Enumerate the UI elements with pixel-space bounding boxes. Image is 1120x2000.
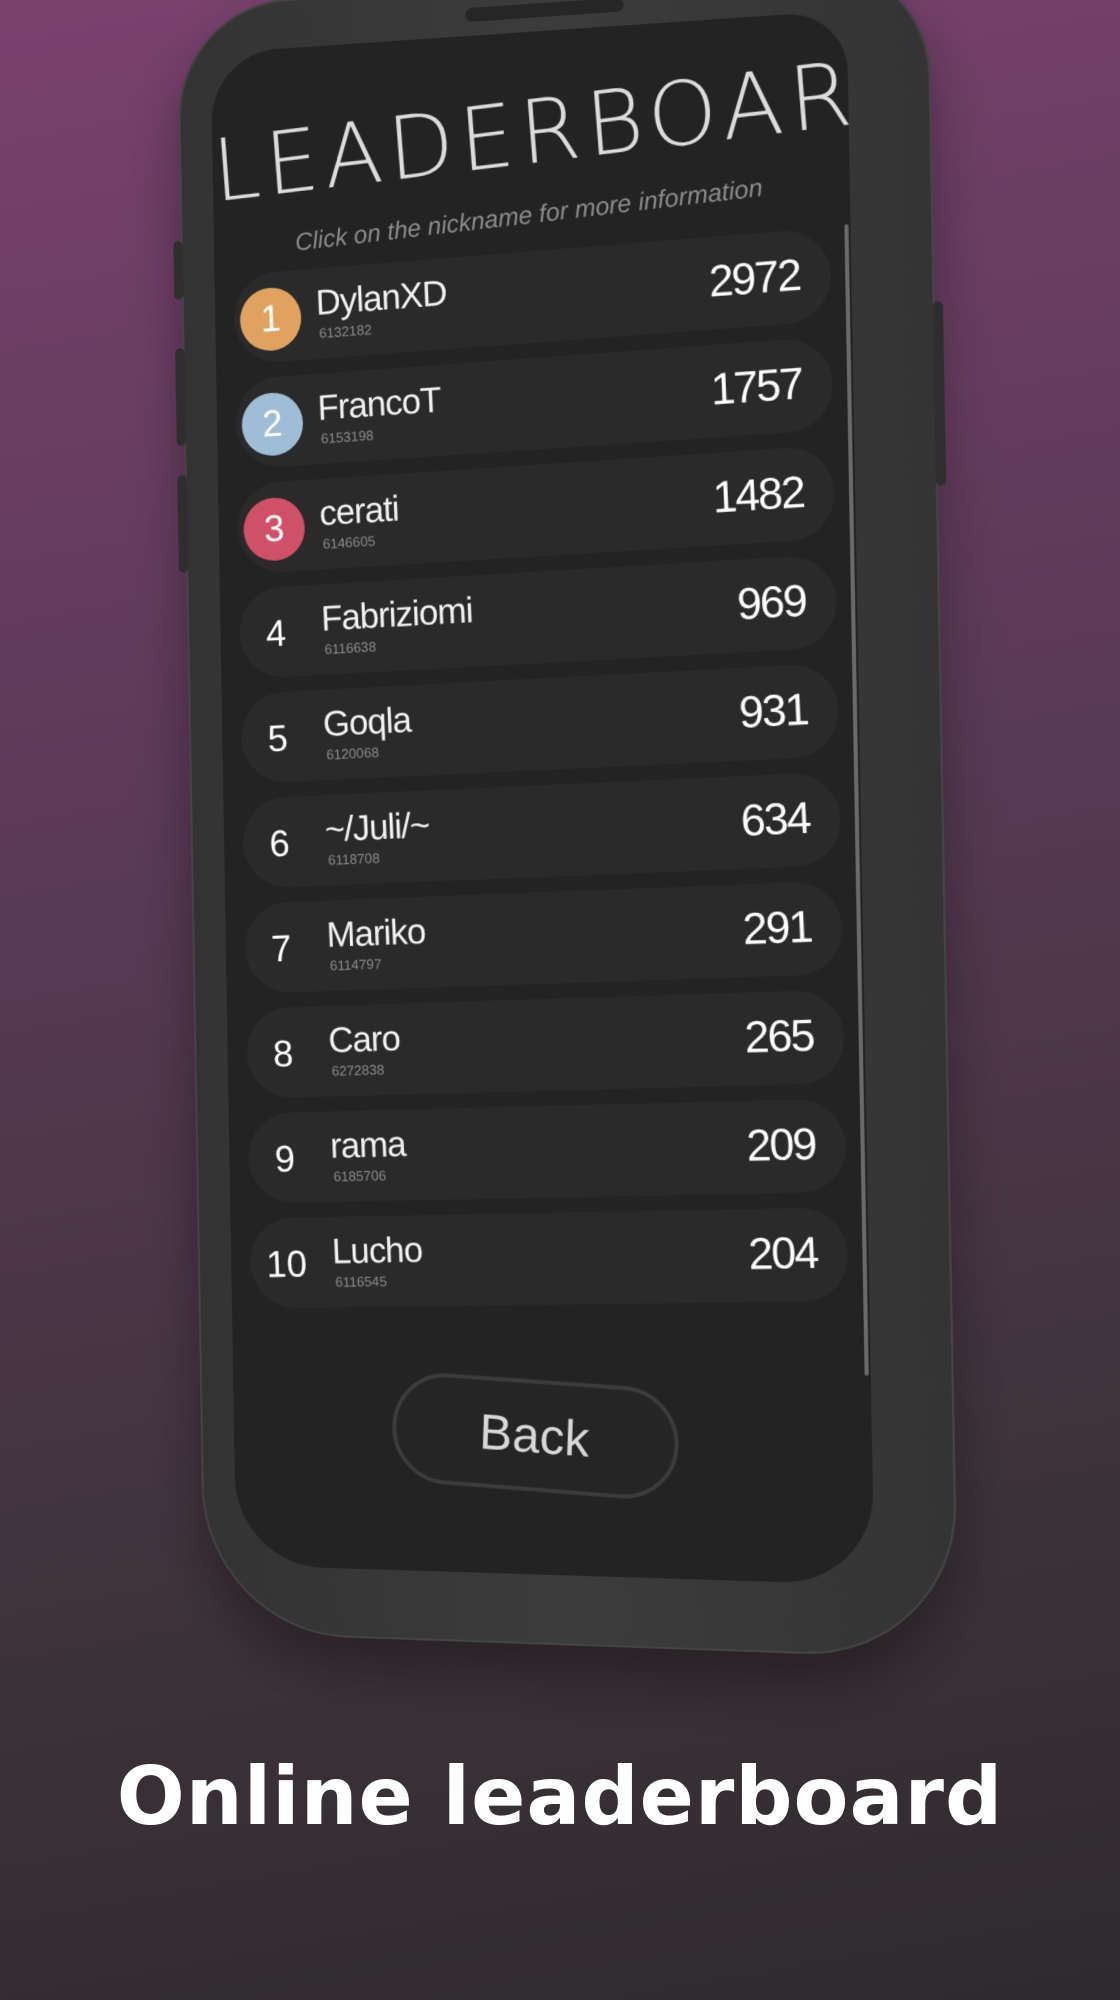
player-nickname[interactable]: ~/Juli/~ <box>324 804 430 850</box>
player-score: 969 <box>736 576 807 630</box>
leaderboard-row[interactable]: 7 Mariko 6114797 291 <box>243 880 844 993</box>
phone-side-button <box>173 241 183 300</box>
player-nickname[interactable]: Lucho <box>331 1229 423 1272</box>
player-nickname[interactable]: Mariko <box>326 911 426 956</box>
player-id: 6153198 <box>321 427 374 446</box>
player-score: 265 <box>744 1011 815 1064</box>
player-score: 1482 <box>712 467 805 523</box>
player-nickname[interactable]: cerati <box>319 488 400 534</box>
rank-medal-gold: 1 <box>239 285 303 352</box>
leaderboard-row[interactable]: 9 rama 6185706 209 <box>247 1098 848 1203</box>
phone-frame: LEADERBOARD Click on the nickname for mo… <box>177 0 959 1659</box>
rank-number: 7 <box>249 917 313 982</box>
rank-medal-bronze: 3 <box>242 496 306 563</box>
player-nickname[interactable]: Fabriziomi <box>320 589 473 639</box>
player-score: 209 <box>746 1119 817 1171</box>
leaderboard-list: 1 DylanXD 6132182 2972 2 FrancoT 6153198 1757 3 c… <box>233 235 849 1324</box>
back-button[interactable]: Back <box>390 1370 680 1503</box>
player-id: 6272838 <box>331 1062 384 1079</box>
leaderboard-row[interactable]: 4 Fabriziomi 6116638 969 <box>238 554 839 680</box>
player-nickname[interactable]: rama <box>329 1123 406 1166</box>
player-id: 6114797 <box>330 956 382 974</box>
rank-number: 10 <box>255 1233 319 1297</box>
player-id: 6146605 <box>322 533 375 552</box>
phone-power-button <box>933 301 947 486</box>
player-score: 204 <box>747 1228 818 1280</box>
scrollbar[interactable] <box>844 224 868 1376</box>
leaderboard-row[interactable]: 10 Lucho 6116545 204 <box>248 1207 850 1308</box>
player-id: 6118708 <box>328 850 380 868</box>
player-id: 6116638 <box>324 638 376 657</box>
rank-number: 8 <box>251 1022 315 1087</box>
player-nickname[interactable]: FrancoT <box>317 379 442 429</box>
leaderboard-row[interactable]: 3 cerati 6146605 1482 <box>236 445 837 575</box>
player-id: 6116545 <box>335 1273 387 1290</box>
player-id: 6132182 <box>319 321 372 341</box>
rank-number: 6 <box>248 812 312 877</box>
player-score: 634 <box>740 793 811 847</box>
player-score: 2972 <box>708 250 801 308</box>
promo-caption: Online leaderboard <box>0 1750 1120 1843</box>
rank-medal-silver: 2 <box>241 391 305 458</box>
player-id: 6185706 <box>333 1167 386 1184</box>
player-id: 6120068 <box>326 744 379 762</box>
phone-volume-down-button <box>177 475 188 573</box>
player-score: 291 <box>742 902 813 955</box>
player-nickname[interactable]: Caro <box>328 1017 401 1061</box>
rank-number: 5 <box>246 706 310 772</box>
rank-number: 4 <box>244 601 308 667</box>
phone-speaker <box>465 0 623 22</box>
player-nickname[interactable]: DylanXD <box>315 272 447 324</box>
leaderboard-screen: LEADERBOARD Click on the nickname for mo… <box>211 10 875 1585</box>
player-score: 1757 <box>710 359 803 416</box>
player-nickname[interactable]: Goqla <box>322 699 412 745</box>
phone-volume-up-button <box>175 348 186 446</box>
leaderboard-row[interactable]: 8 Caro 6272838 265 <box>245 989 846 1098</box>
rank-number: 9 <box>253 1128 317 1192</box>
player-score: 931 <box>738 685 809 739</box>
leaderboard-row[interactable]: 6 ~/Juli/~ 6118708 634 <box>241 772 842 889</box>
leaderboard-row[interactable]: 5 Goqla 6120068 931 <box>240 663 841 785</box>
